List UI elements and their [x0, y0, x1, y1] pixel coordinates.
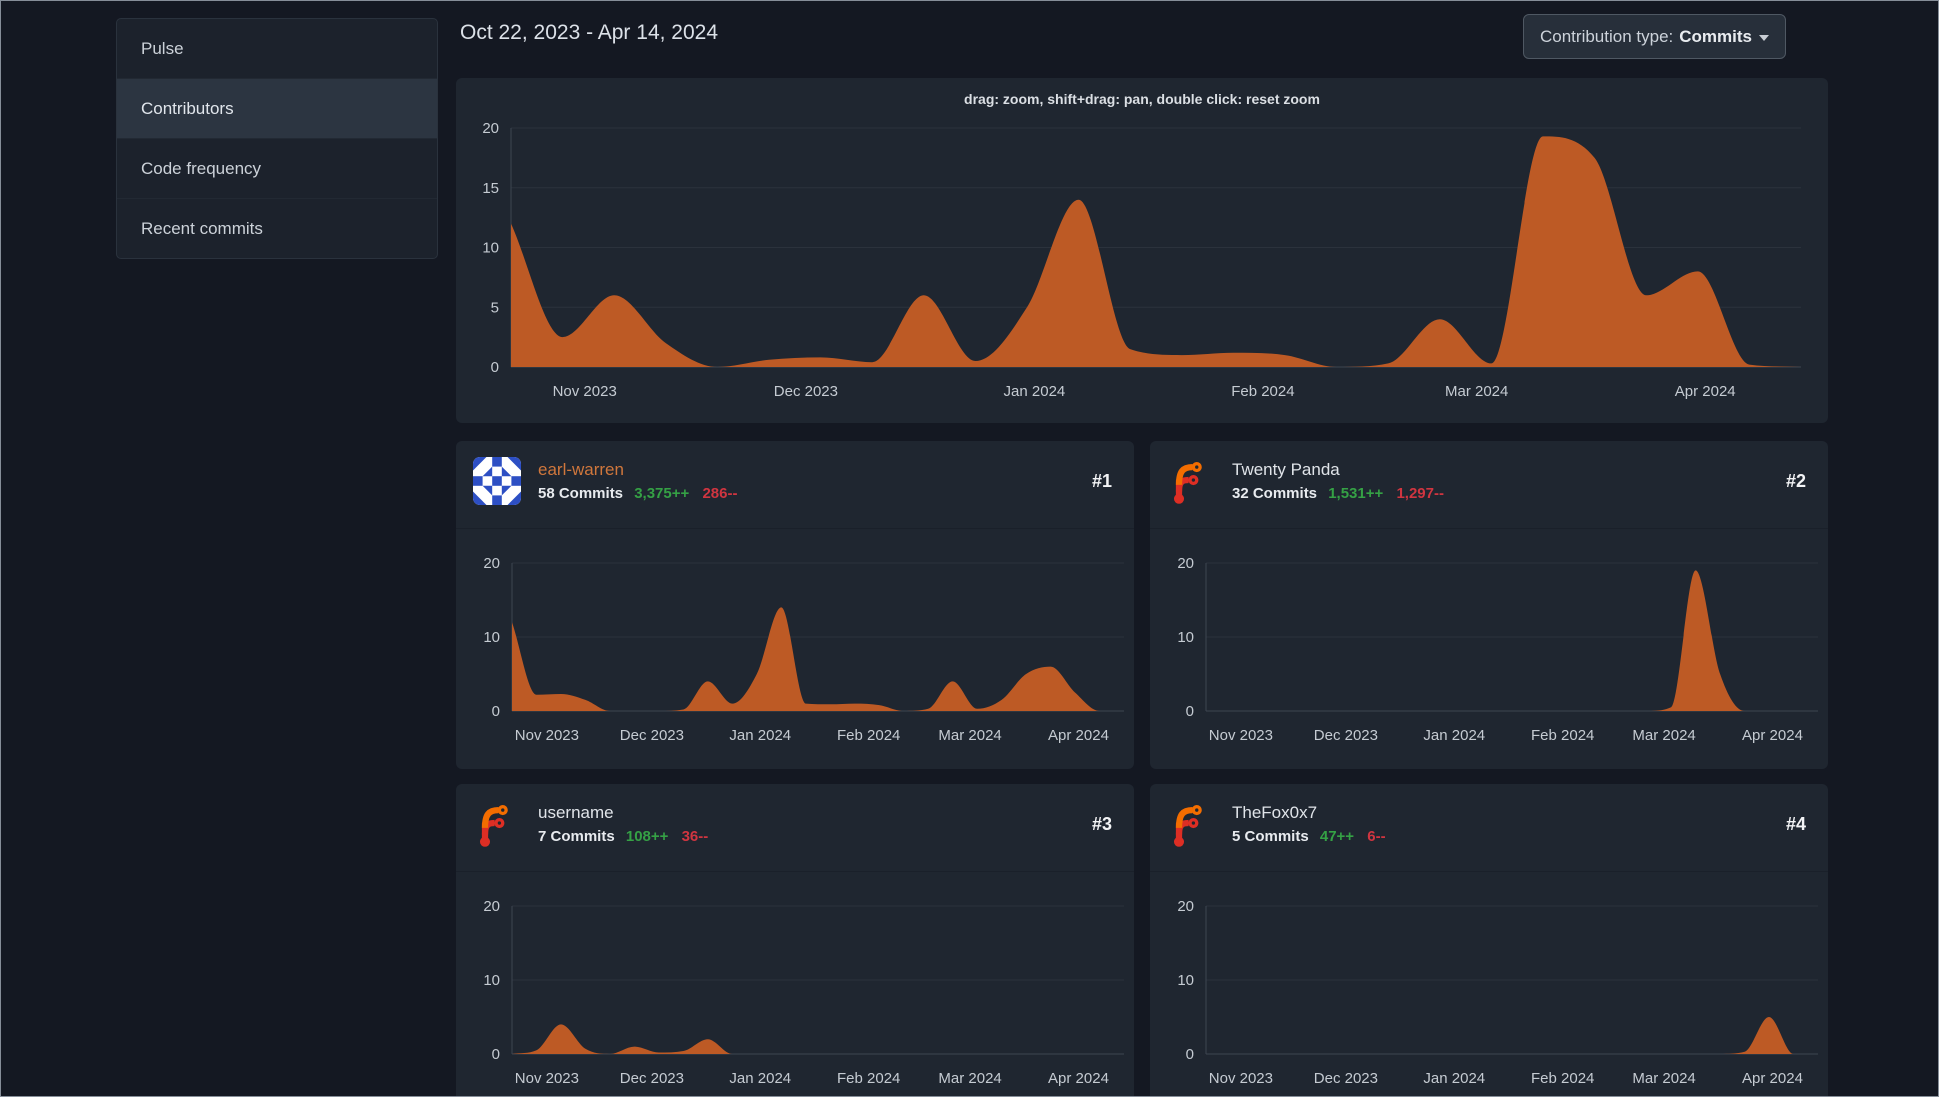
svg-text:Mar 2024: Mar 2024	[1445, 383, 1508, 400]
svg-text:Apr 2024: Apr 2024	[1742, 727, 1803, 744]
sidebar-item-label: Code frequency	[141, 158, 262, 178]
svg-text:20: 20	[1177, 898, 1194, 915]
sidebar-item-contributors[interactable]: Contributors	[117, 79, 437, 139]
svg-text:Jan 2024: Jan 2024	[729, 1070, 791, 1087]
svg-text:15: 15	[482, 180, 499, 197]
contributor-area-chart[interactable]: 0 10 20 Nov 2023 Dec 2023 Jan 2024 Feb 2024 Mar…	[456, 441, 1134, 769]
svg-text:0: 0	[1186, 1046, 1194, 1063]
svg-text:Dec 2023: Dec 2023	[620, 1070, 684, 1087]
date-range-title: Oct 22, 2023 - Apr 14, 2024	[460, 21, 719, 44]
sidebar-item-recent-commits[interactable]: Recent commits	[117, 199, 437, 258]
contributor-area-chart[interactable]: 0 10 20 Nov 2023 Dec 2023 Jan 2024 Feb 2024 Mar…	[1150, 441, 1828, 769]
contribution-type-dropdown[interactable]: Contribution type: Commits	[1523, 14, 1786, 59]
svg-text:Nov 2023: Nov 2023	[515, 1070, 579, 1087]
svg-text:Feb 2024: Feb 2024	[1231, 383, 1294, 400]
all-contributors-area-chart[interactable]: 0 5 10 15 20 Nov 2023 Dec 2023 Jan 2024 Feb 2024…	[456, 78, 1828, 423]
svg-text:20: 20	[482, 120, 499, 137]
svg-text:10: 10	[1177, 972, 1194, 989]
sidebar-item-code-frequency[interactable]: Code frequency	[117, 139, 437, 199]
contributor-card: TheFox0x7 5 Commits 47++ 6-- #4 0 10 20 Nov…	[1150, 784, 1828, 1097]
svg-text:Feb 2024: Feb 2024	[837, 1070, 900, 1087]
svg-text:10: 10	[483, 972, 500, 989]
svg-text:Dec 2023: Dec 2023	[774, 383, 838, 400]
sidebar-menu: Pulse Contributors Code frequency Recent…	[116, 18, 438, 259]
sidebar-item-label: Pulse	[141, 38, 184, 58]
svg-text:20: 20	[1177, 555, 1194, 572]
svg-text:Nov 2023: Nov 2023	[515, 727, 579, 744]
svg-text:5: 5	[491, 299, 499, 316]
svg-text:Apr 2024: Apr 2024	[1675, 383, 1736, 400]
svg-text:0: 0	[492, 1046, 500, 1063]
svg-text:20: 20	[483, 898, 500, 915]
svg-text:Mar 2024: Mar 2024	[1632, 1070, 1695, 1087]
sidebar-item-pulse[interactable]: Pulse	[117, 19, 437, 79]
svg-text:Jan 2024: Jan 2024	[729, 727, 791, 744]
contributors-page: Pulse Contributors Code frequency Recent…	[0, 0, 1939, 1097]
sidebar-item-label: Recent commits	[141, 218, 263, 238]
contributor-card: username 7 Commits 108++ 36-- #3 0 10 20 No…	[456, 784, 1134, 1097]
svg-text:Feb 2024: Feb 2024	[1531, 727, 1594, 744]
sidebar-item-label: Contributors	[141, 98, 234, 118]
svg-text:Jan 2024: Jan 2024	[1423, 1070, 1485, 1087]
svg-text:Nov 2023: Nov 2023	[1209, 727, 1273, 744]
svg-text:Apr 2024: Apr 2024	[1048, 1070, 1109, 1087]
svg-text:10: 10	[1177, 629, 1194, 646]
svg-text:Dec 2023: Dec 2023	[620, 727, 684, 744]
svg-text:Mar 2024: Mar 2024	[938, 1070, 1001, 1087]
chevron-down-icon	[1758, 35, 1769, 41]
svg-text:0: 0	[1186, 703, 1194, 720]
svg-text:Mar 2024: Mar 2024	[1632, 727, 1695, 744]
svg-text:Dec 2023: Dec 2023	[1314, 1070, 1378, 1087]
main-commits-chart-panel: drag: zoom, shift+drag: pan, double clic…	[456, 78, 1828, 423]
svg-text:10: 10	[482, 240, 499, 257]
svg-text:0: 0	[491, 359, 499, 376]
contributor-card: Twenty Panda 32 Commits 1,531++ 1,297-- …	[1150, 441, 1828, 769]
svg-text:Feb 2024: Feb 2024	[837, 727, 900, 744]
svg-text:Jan 2024: Jan 2024	[1423, 727, 1485, 744]
contributor-area-chart[interactable]: 0 10 20 Nov 2023 Dec 2023 Jan 2024 Feb 2024 Mar…	[456, 784, 1134, 1097]
svg-text:Apr 2024: Apr 2024	[1742, 1070, 1803, 1087]
contributor-card: earl-warren 58 Commits 3,375++ 286-- #1 …	[456, 441, 1134, 769]
svg-text:Jan 2024: Jan 2024	[1004, 383, 1066, 400]
svg-text:20: 20	[483, 555, 500, 572]
svg-text:0: 0	[492, 703, 500, 720]
svg-text:Nov 2023: Nov 2023	[553, 383, 617, 400]
svg-text:10: 10	[483, 629, 500, 646]
contributor-area-chart[interactable]: 0 10 20 Nov 2023 Dec 2023 Jan 2024 Feb 2024 Mar…	[1150, 784, 1828, 1097]
svg-text:Mar 2024: Mar 2024	[938, 727, 1001, 744]
svg-text:Apr 2024: Apr 2024	[1048, 727, 1109, 744]
svg-text:Nov 2023: Nov 2023	[1209, 1070, 1273, 1087]
svg-text:Feb 2024: Feb 2024	[1531, 1070, 1594, 1087]
contribution-type-value: Commits	[1679, 26, 1752, 46]
svg-text:Dec 2023: Dec 2023	[1314, 727, 1378, 744]
contribution-type-label: Contribution type:	[1540, 26, 1674, 46]
